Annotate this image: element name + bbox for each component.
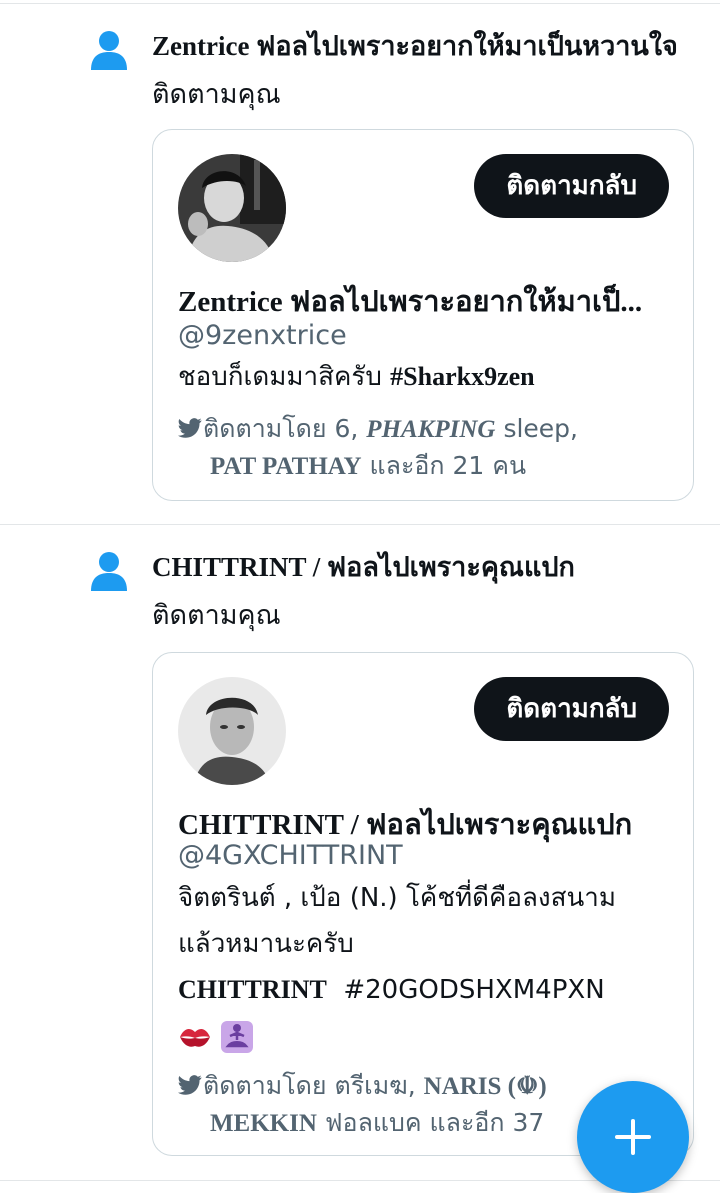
follow-back-button[interactable]: ติดตามกลับ xyxy=(474,154,669,218)
followed-by-user-2: PAT PATHAY xyxy=(209,453,362,480)
followed-by-user-2: MEKKIN xyxy=(209,1110,317,1137)
bio-line-1: จิตตรินต์ , เป้อ (N.) โค้ชที่ดีคือลงสนาม xyxy=(178,883,617,913)
followed-by-user-1-suffix: sleep, xyxy=(503,414,578,443)
person-in-lotus-position-emoji xyxy=(221,1020,254,1053)
bird-icon xyxy=(178,1075,202,1095)
kiss-mark-emoji xyxy=(180,1028,210,1047)
bio-line-2: แล้วหมานะครับ xyxy=(178,929,354,959)
followed-by[interactable]: ติดตามโดย 6, PHAKPING sleep, PAT PATHAY … xyxy=(178,411,669,485)
notification-headline: Zentrice ฟอลไปเพราะอยากให้มาเป็นหวานใจ ต… xyxy=(152,22,680,119)
followed-by-suffix: และอีก 21 คน xyxy=(369,451,527,480)
user-card[interactable]: ติดตามกลับ CHITTRINT / ฟอลไปเพราะคุณแปก … xyxy=(152,652,694,1156)
bio-hashtag[interactable]: #20GODSHXM4PXN xyxy=(343,975,604,1005)
user-card[interactable]: ติดตามกลับ Zentrice ฟอลไปเพราะอยากให้มาเ… xyxy=(152,129,694,501)
notification-item[interactable]: Zentrice ฟอลไปเพราะอยากให้มาเป็นหวานใจ ต… xyxy=(0,4,720,524)
compose-button[interactable] xyxy=(577,1081,689,1193)
follow-back-button[interactable]: ติดตามกลับ xyxy=(474,677,669,741)
card-bio: จิตตรินต์ , เป้อ (N.) โค้ชที่ดีคือลงสนาม… xyxy=(178,875,669,1059)
followed-by-user-1: NARIS (☫) xyxy=(423,1073,547,1100)
bird-icon xyxy=(178,418,202,438)
person-icon xyxy=(91,552,127,591)
follower-name[interactable]: CHITTRINT / ฟอลไปเพราะคุณแปก xyxy=(152,552,575,582)
followed-by-user-1: PHAKPING xyxy=(366,416,496,443)
avatar[interactable] xyxy=(178,677,286,785)
card-handle[interactable]: @9zenxtrice xyxy=(178,320,347,351)
follow-action-text: ติดตามคุณ xyxy=(152,79,281,110)
bio-hashtag[interactable]: #Sharkx9zen xyxy=(390,362,534,391)
notification-headline: CHITTRINT / ฟอลไปเพราะคุณแปก ติดตามคุณ xyxy=(152,543,680,640)
followed-by-prefix: ติดตามโดย ตรีเมฆ, xyxy=(203,1071,416,1100)
follow-action-text: ติดตามคุณ xyxy=(152,600,281,631)
bio-text: ชอบก็เดมมาสิครับ xyxy=(178,362,382,392)
followed-by-suffix: ฟอลแบค และอีก 37 xyxy=(324,1108,545,1137)
notification-item[interactable]: CHITTRINT / ฟอลไปเพราะคุณแปก ติดตามคุณ ต… xyxy=(0,525,720,1165)
avatar[interactable] xyxy=(178,154,286,262)
person-icon xyxy=(91,31,127,70)
followed-by-prefix: ติดตามโดย 6, xyxy=(203,414,359,443)
card-display-name[interactable]: Zentrice ฟอลไปเพราะอยากให้มาเป็... xyxy=(178,278,663,324)
card-handle[interactable]: @4GXCHITTRINT xyxy=(178,840,403,871)
plus-icon xyxy=(615,1119,651,1155)
card-bio: ชอบก็เดมมาสิครับ #Sharkx9zen xyxy=(178,354,669,400)
follower-name[interactable]: Zentrice ฟอลไปเพราะอยากให้มาเป็นหวานใจ xyxy=(152,31,678,61)
bio-name: CHITTRINT xyxy=(178,975,327,1004)
